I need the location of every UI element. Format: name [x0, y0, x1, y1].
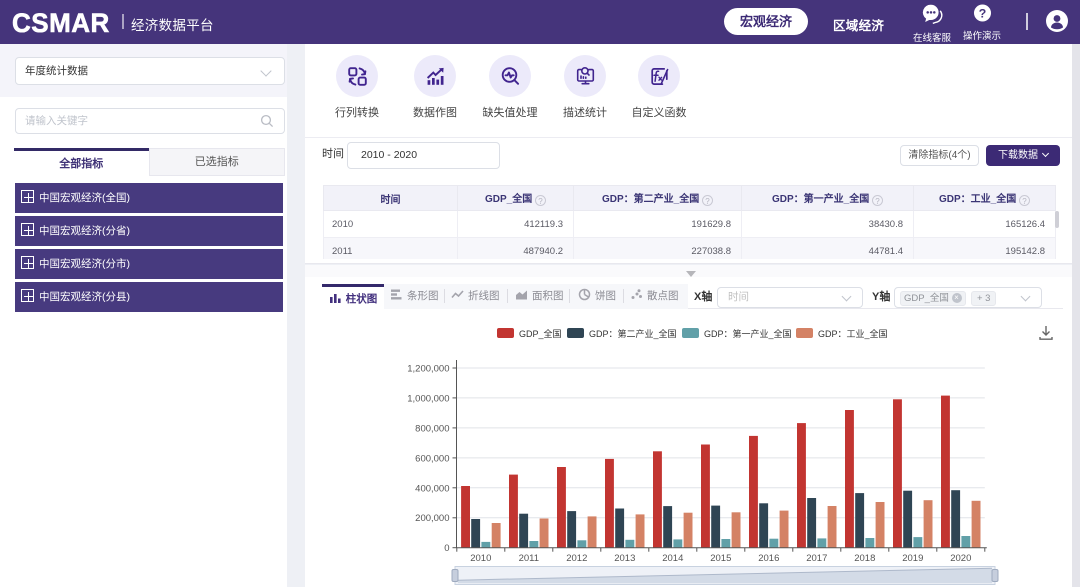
svg-text:2017: 2017	[806, 553, 827, 564]
svg-text:2010: 2010	[470, 553, 491, 564]
svg-text:2018: 2018	[854, 553, 875, 564]
svg-text:2019: 2019	[902, 553, 923, 564]
svg-text:2015: 2015	[710, 553, 731, 564]
svg-text:1,000,000: 1,000,000	[407, 393, 449, 404]
svg-text:200,000: 200,000	[415, 513, 449, 524]
svg-text:2013: 2013	[614, 553, 635, 564]
svg-text:2014: 2014	[662, 553, 683, 564]
svg-text:2020: 2020	[950, 553, 971, 564]
svg-text:400,000: 400,000	[415, 483, 449, 494]
svg-text:2011: 2011	[519, 553, 539, 564]
svg-text:0: 0	[444, 543, 449, 554]
svg-text:2012: 2012	[566, 553, 587, 564]
svg-text:1,200,000: 1,200,000	[407, 364, 449, 375]
svg-text:600,000: 600,000	[415, 453, 449, 464]
svg-text:?: ?	[978, 6, 986, 20]
svg-text:800,000: 800,000	[415, 423, 449, 434]
svg-text:2016: 2016	[758, 553, 779, 564]
